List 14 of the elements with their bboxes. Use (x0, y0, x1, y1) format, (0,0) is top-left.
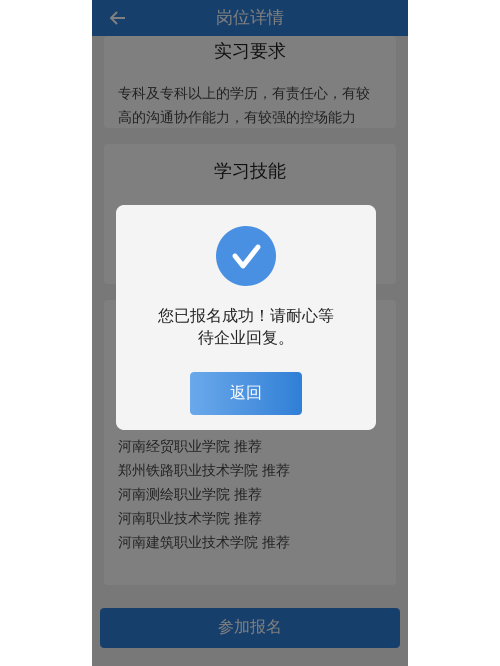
body-text: 专科及专科以上的学历，有责任心，有较高的沟通协作能力，有较强的控场能力 (118, 84, 371, 127)
back-button[interactable]: 返回 (190, 372, 302, 415)
section-title: 实习要求 (213, 40, 287, 63)
back-icon[interactable] (110, 11, 126, 25)
body-text: 河南建筑职业技术学院 推荐 (118, 533, 291, 552)
page-title: 岗位详情 (216, 7, 284, 30)
body-text: 河南测绘职业学院 推荐 (118, 485, 263, 504)
check-icon (216, 226, 276, 286)
body-text: 郑州铁路职业技术学院 推荐 (118, 461, 291, 480)
body-text: 河南职业技术学院 推荐 (118, 509, 263, 528)
apply-button[interactable]: 参加报名 (100, 608, 400, 648)
section-title: 学习技能 (213, 160, 287, 183)
body-text: 河南经贸职业学院 推荐 (118, 437, 263, 456)
dialog-message: 您已报名成功！请耐心等待企业回复。 (157, 306, 335, 349)
